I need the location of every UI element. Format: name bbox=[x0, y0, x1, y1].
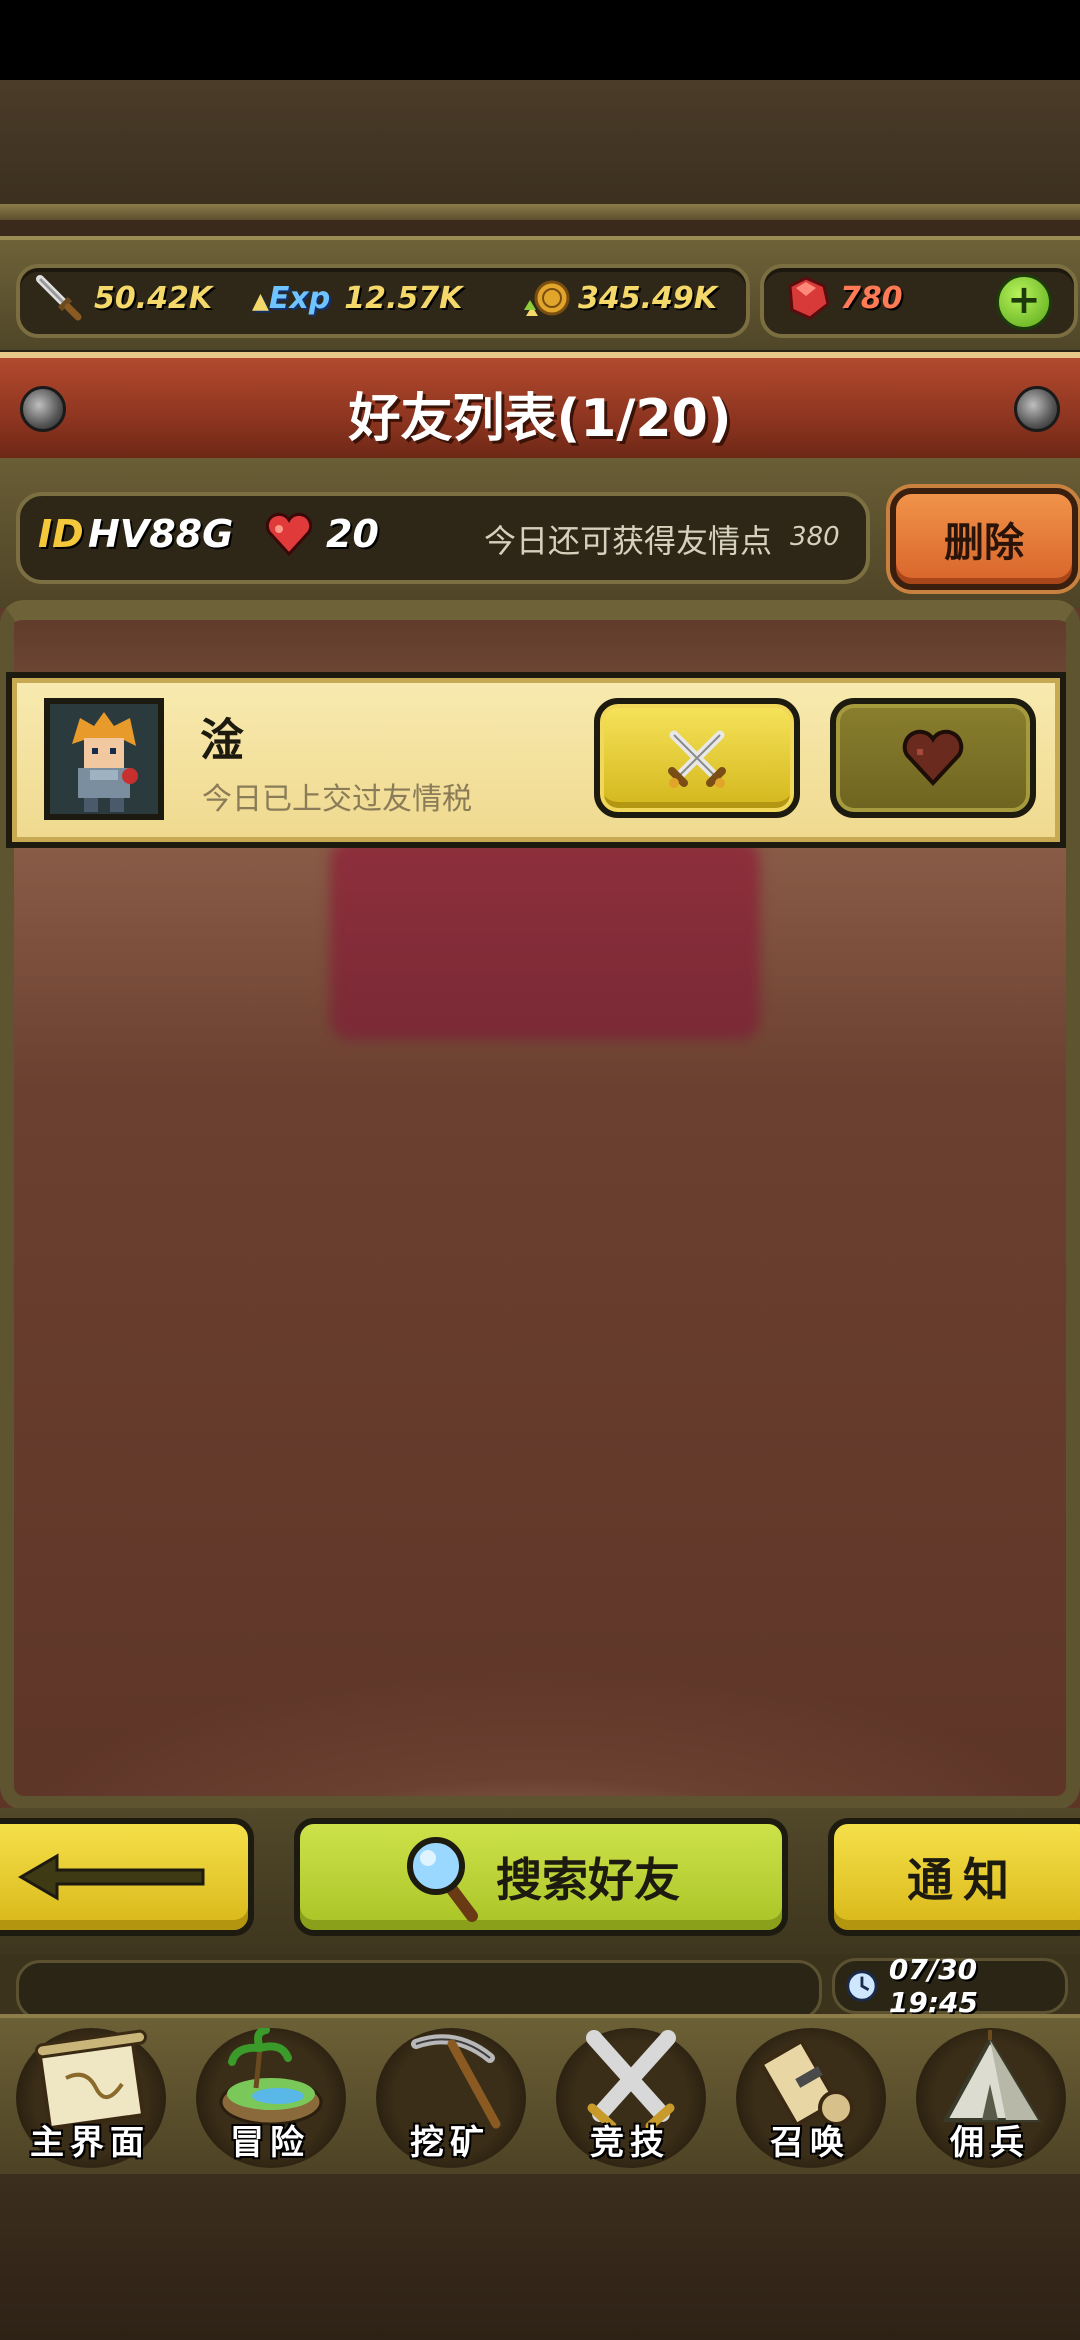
magnifier-icon bbox=[407, 1837, 478, 1922]
challenge-button[interactable] bbox=[594, 698, 800, 818]
exp-icon-label: Exp bbox=[268, 280, 331, 316]
nav-label-mercenary: 佣兵 bbox=[950, 2123, 1030, 2163]
top-decoration bbox=[0, 80, 1080, 220]
plus-icon: + bbox=[1007, 277, 1041, 323]
send-heart-button[interactable] bbox=[830, 698, 1036, 818]
gold-coin-icon bbox=[524, 280, 570, 316]
friend-name: 淦 bbox=[200, 715, 244, 766]
attack-stat: 50.42K bbox=[34, 275, 213, 321]
ruby-gem-icon bbox=[788, 276, 830, 320]
nav-mercenary[interactable]: 佣兵 bbox=[906, 2020, 1074, 2168]
attack-value: 50.42K bbox=[94, 280, 213, 316]
rivet-icon bbox=[1014, 386, 1060, 432]
bottom-decoration bbox=[0, 2174, 1080, 2340]
nav-label-mining: 挖矿 bbox=[410, 2123, 490, 2163]
nav-summon[interactable]: 召唤 bbox=[726, 2020, 894, 2168]
page-title: 好友列表(1/20) bbox=[348, 389, 732, 449]
heart-count: 20 bbox=[326, 512, 379, 556]
friend-status: 今日已上交过友情税 bbox=[202, 782, 472, 817]
delete-label: 删除 bbox=[944, 520, 1024, 566]
avatar[interactable] bbox=[44, 698, 164, 820]
clock-icon bbox=[846, 1970, 878, 2002]
nav-label-summon: 召唤 bbox=[770, 2123, 850, 2163]
friendship-remaining-label: 今日还可获得友情点 bbox=[484, 522, 773, 560]
crossed-swords-icon bbox=[668, 730, 726, 788]
delete-button[interactable]: 删除 bbox=[890, 488, 1078, 590]
exp-value: 12.57K bbox=[344, 280, 463, 316]
back-button[interactable] bbox=[0, 1818, 254, 1936]
clock-text: 07/30 19:45 bbox=[888, 1953, 979, 2019]
hero-portrait-icon bbox=[50, 704, 158, 814]
notice-label: 通知 bbox=[907, 1853, 1019, 1907]
gem-value: 780 bbox=[840, 280, 903, 316]
chat-input[interactable] bbox=[16, 1960, 822, 2020]
nav-mining[interactable]: 挖矿 bbox=[366, 2020, 534, 2168]
clock-display: 07/30 19:45 bbox=[832, 1953, 1068, 2019]
sword-icon bbox=[36, 275, 82, 321]
exp-stat: ▲Exp 12.57K bbox=[252, 276, 462, 320]
search-friend-button[interactable]: 搜索好友 bbox=[294, 1818, 788, 1936]
search-friend-label: 搜索好友 bbox=[496, 1853, 680, 1907]
nav-adventure[interactable]: 冒险 bbox=[186, 2020, 354, 2168]
exp-icon: ▲Exp bbox=[252, 280, 331, 316]
player-id: HV88G bbox=[88, 512, 234, 556]
notice-button[interactable]: 通知 bbox=[828, 1818, 1080, 1936]
id-label: ID bbox=[38, 512, 84, 556]
gold-stat: 345.49K bbox=[522, 276, 717, 320]
heart-icon bbox=[902, 729, 964, 786]
title-banner: 好友列表(1/20) bbox=[0, 352, 1080, 464]
nav-arena[interactable]: 竞技 bbox=[546, 2020, 714, 2168]
gold-value: 345.49K bbox=[578, 280, 718, 316]
friendship-points: 380 bbox=[790, 522, 840, 552]
back-arrow-icon bbox=[18, 1853, 205, 1901]
add-gems-button[interactable]: + bbox=[996, 274, 1052, 330]
nav-label-arena: 竞技 bbox=[590, 2123, 670, 2163]
nav-label-main: 主界面 bbox=[30, 2123, 150, 2163]
status-bar bbox=[0, 0, 1080, 80]
heart-icon bbox=[265, 512, 313, 557]
gem-stat: 780 bbox=[784, 276, 903, 320]
nav-main[interactable]: 主界面 bbox=[6, 2020, 174, 2168]
nav-label-adventure: 冒险 bbox=[230, 2123, 310, 2163]
